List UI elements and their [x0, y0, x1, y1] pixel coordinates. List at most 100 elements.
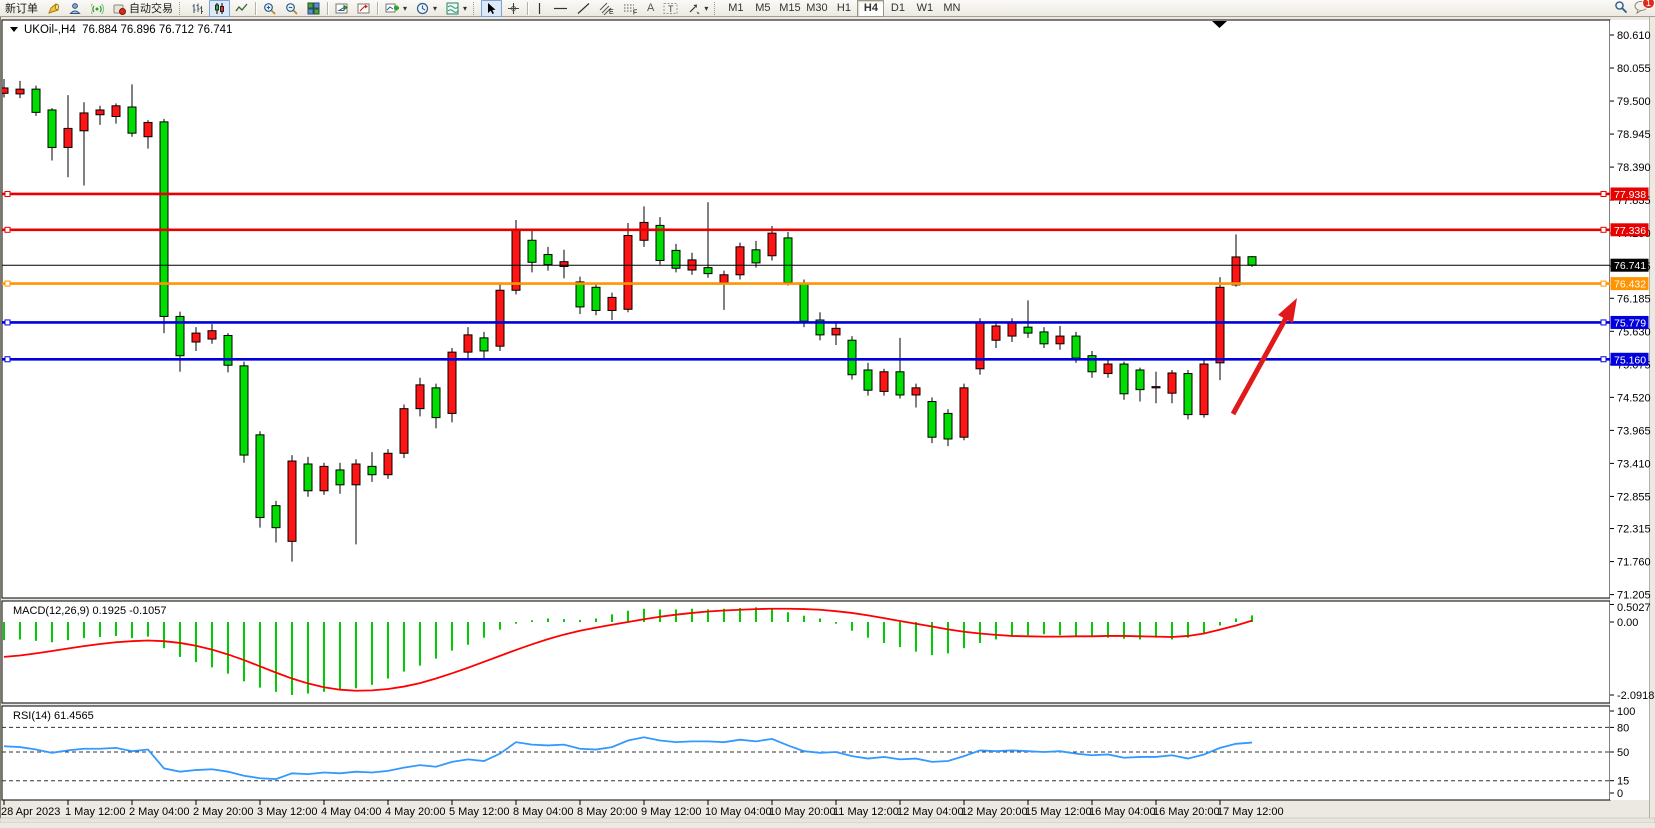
chevron-down-icon: ▾: [403, 4, 407, 13]
svg-text:50: 50: [1617, 747, 1629, 759]
svg-text:8 May 04:00: 8 May 04:00: [513, 806, 574, 818]
svg-text:72.855: 72.855: [1617, 491, 1651, 503]
cursor-button[interactable]: [481, 0, 502, 17]
svg-text:12 May 20:00: 12 May 20:00: [961, 806, 1028, 818]
community-button[interactable]: [65, 0, 86, 17]
svg-text:8 May 20:00: 8 May 20:00: [577, 806, 638, 818]
chat-button[interactable]: 1: [1634, 0, 1649, 17]
line-chart-button[interactable]: [231, 0, 252, 17]
svg-text:16 May 20:00: 16 May 20:00: [1153, 806, 1220, 818]
chart-shift-icon: [357, 2, 370, 15]
bar-chart-button[interactable]: [187, 0, 208, 17]
timeframe-button-m15[interactable]: M15: [776, 0, 803, 17]
svg-text:79.500: 79.500: [1617, 96, 1651, 108]
text-icon: A: [647, 2, 654, 14]
chart-window: 80.61080.05579.50078.94578.39077.83577.2…: [0, 17, 1655, 828]
signals-icon: [91, 2, 104, 15]
svg-text:0.00: 0.00: [1617, 617, 1638, 629]
svg-text:80.055: 80.055: [1617, 63, 1651, 75]
templates-icon: [446, 2, 459, 15]
chevron-down-icon: ▾: [433, 4, 437, 13]
signals-button[interactable]: [87, 0, 108, 17]
svg-text:1 May 12:00: 1 May 12:00: [65, 806, 126, 818]
new-order-button[interactable]: 新订单: [1, 0, 42, 17]
vertical-line-icon: [535, 2, 544, 15]
svg-text:80: 80: [1617, 722, 1629, 734]
crosshair-icon: [507, 2, 520, 15]
autotrading-button[interactable]: 自动交易: [109, 0, 177, 17]
svg-text:28 Apr 2023: 28 Apr 2023: [1, 806, 60, 818]
timeframe-button-mn[interactable]: MN: [938, 0, 965, 17]
chart-shift-button[interactable]: [353, 0, 374, 17]
zoom-out-button[interactable]: [281, 0, 302, 17]
channel-icon: E: [599, 2, 614, 15]
toolbar-grip: [473, 2, 478, 15]
search-icon[interactable]: [1614, 0, 1628, 17]
toolbar-grip: [179, 2, 184, 15]
zoom-in-button[interactable]: [259, 0, 280, 17]
timeframe-button-w1[interactable]: W1: [911, 0, 938, 17]
tile-windows-button[interactable]: [303, 0, 324, 17]
window-bottom-border: [0, 818, 1655, 823]
svg-text:71.760: 71.760: [1617, 557, 1651, 569]
toolbar-separator: [327, 2, 328, 15]
svg-text:76.432: 76.432: [1614, 279, 1646, 291]
templates-button[interactable]: ▾: [442, 0, 471, 17]
svg-text:11 May 12:00: 11 May 12:00: [833, 806, 899, 818]
label-button[interactable]: T: [659, 0, 682, 17]
community-icon: [69, 2, 82, 15]
add-indicator-button[interactable]: ▾: [381, 0, 411, 17]
periods-button[interactable]: ▾: [412, 0, 441, 17]
fibonacci-button[interactable]: F: [619, 0, 642, 17]
svg-text:78.945: 78.945: [1617, 129, 1651, 141]
trendline-icon: [577, 2, 590, 15]
auto-scroll-button[interactable]: [331, 0, 352, 17]
timeframe-button-m5[interactable]: M5: [749, 0, 776, 17]
shapes-button[interactable]: ▾: [683, 0, 712, 17]
trendline-button[interactable]: [573, 0, 594, 17]
svg-text:0.5027: 0.5027: [1617, 602, 1651, 614]
toolbar-right: 1: [1614, 0, 1655, 17]
sound-button[interactable]: [43, 0, 64, 17]
cursor-icon: [485, 2, 498, 15]
channel-button[interactable]: E: [595, 0, 618, 17]
fibonacci-icon: F: [623, 2, 638, 15]
svg-text:71.205: 71.205: [1617, 590, 1651, 602]
candlestick-icon: [213, 2, 226, 15]
svg-text:76.185: 76.185: [1617, 293, 1651, 305]
svg-text:10 May 20:00: 10 May 20:00: [769, 806, 836, 818]
crosshair-button[interactable]: [503, 0, 524, 17]
svg-text:2 May 04:00: 2 May 04:00: [129, 806, 190, 818]
toolbar-separator: [255, 2, 256, 15]
toolbar-separator: [527, 2, 528, 15]
chevron-down-icon: ▾: [704, 4, 708, 13]
toolbar-separator: [377, 2, 378, 15]
svg-text:77.336: 77.336: [1614, 225, 1646, 237]
text-button[interactable]: A: [643, 0, 658, 17]
auto-scroll-icon: [335, 2, 348, 15]
svg-text:80.610: 80.610: [1617, 30, 1651, 42]
add-indicator-icon: [385, 2, 399, 15]
chart-canvas[interactable]: 80.61080.05579.50078.94578.39077.83577.2…: [0, 17, 1655, 823]
macd-label: MACD(12,26,9) 0.1925 -0.1057: [13, 605, 166, 617]
horizontal-line-button[interactable]: [549, 0, 572, 17]
svg-text:73.965: 73.965: [1617, 425, 1651, 437]
svg-text:10 May 04:00: 10 May 04:00: [705, 806, 772, 818]
timeframe-button-m30[interactable]: M30: [803, 0, 830, 17]
svg-text:72.315: 72.315: [1617, 524, 1651, 536]
timeframe-button-d1[interactable]: D1: [884, 0, 911, 17]
svg-text:76.741: 76.741: [1614, 260, 1646, 272]
svg-text:3 May 12:00: 3 May 12:00: [257, 806, 318, 818]
svg-text:-2.0918: -2.0918: [1617, 690, 1654, 702]
timeframe-button-m1[interactable]: M1: [722, 0, 749, 17]
vertical-line-button[interactable]: [531, 0, 548, 17]
autotrading-icon: [113, 2, 126, 15]
zoom-out-icon: [285, 2, 298, 15]
sound-icon: [47, 2, 60, 15]
timeframe-button-h1[interactable]: H1: [830, 0, 857, 17]
svg-text:E: E: [609, 9, 614, 15]
chart-title-text: UKOil-,H4 76.884 76.896 76.712 76.741: [24, 24, 232, 36]
svg-text:12 May 04:00: 12 May 04:00: [897, 806, 964, 818]
candlestick-button[interactable]: [209, 0, 230, 17]
timeframe-button-h4[interactable]: H4: [857, 0, 884, 17]
